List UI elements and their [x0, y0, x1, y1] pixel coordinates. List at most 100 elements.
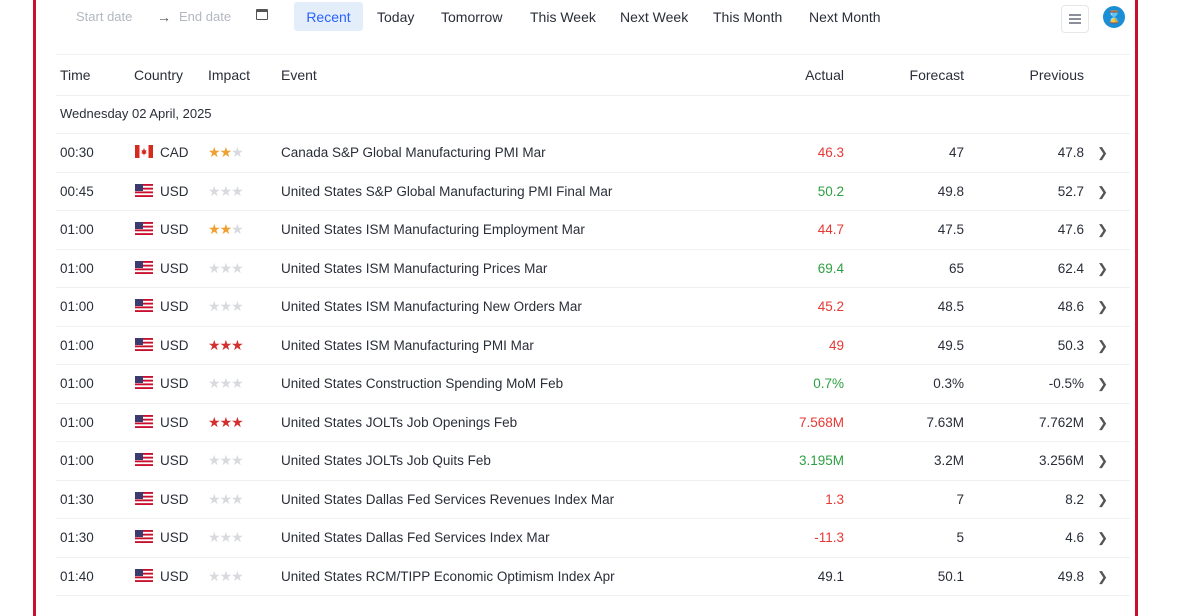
range-tab-this-week[interactable]: This Week: [530, 8, 596, 26]
event-actual: 46.3: [817, 145, 844, 160]
event-actual: 49: [828, 337, 844, 353]
start-date-input[interactable]: Start date: [76, 8, 132, 26]
impact-rating: ★★★: [208, 144, 244, 160]
chevron-right-icon[interactable]: ❯: [1097, 222, 1108, 238]
calendar-icon[interactable]: [256, 9, 268, 20]
impact-star-icon: ★: [231, 567, 244, 584]
table-row[interactable]: 01:30 USD ★★★ United States Dallas Fed Serv…: [56, 519, 1130, 558]
event-currency: USD: [160, 337, 189, 353]
event-currency: USD: [160, 530, 189, 545]
event-currency: USD: [160, 183, 189, 199]
us-flag-icon: [135, 222, 153, 235]
hourglass-logo-icon[interactable]: ⌛: [1103, 6, 1125, 28]
table-row[interactable]: 00:45 USD ★★★ United States S&P Global Manu…: [56, 173, 1130, 211]
range-tab-recent[interactable]: Recent: [294, 2, 363, 31]
table-row[interactable]: 01:00 USD ★★★ United States ISM Manufacturi…: [56, 250, 1130, 288]
event-time: 01:00: [60, 337, 94, 353]
event-actual: 50.2: [817, 183, 844, 199]
table-row[interactable]: 01:00 USD ★★★ United States JOLTs Job Openi…: [56, 404, 1130, 442]
table-row[interactable]: 01:40 USD ★★★ United States RCM/TIPP Econom…: [56, 558, 1130, 596]
impact-star-icon: ★: [208, 221, 221, 237]
impact-star-icon: ★: [219, 375, 233, 391]
event-name[interactable]: United States S&P Global Manufacturing P…: [281, 184, 612, 199]
impact-star-icon: ★: [231, 144, 244, 160]
event-actual: -11.3: [814, 530, 844, 545]
range-tab-today[interactable]: Today: [377, 8, 414, 26]
chevron-right-icon[interactable]: ❯: [1097, 530, 1108, 546]
table-row[interactable]: 01:00 USD ★★★ United States JOLTs Job Quits…: [56, 442, 1130, 481]
event-name[interactable]: United States RCM/TIPP Economic Optimism…: [281, 569, 615, 584]
chevron-right-icon[interactable]: ❯: [1097, 415, 1108, 431]
chevron-right-icon[interactable]: ❯: [1097, 145, 1108, 161]
impact-star-icon: ★: [219, 413, 233, 430]
chevron-right-icon[interactable]: ❯: [1097, 299, 1108, 315]
event-previous: 48.6: [1057, 299, 1084, 314]
impact-star-icon: ★: [231, 490, 244, 507]
header-previous: Previous: [1029, 67, 1084, 83]
event-previous: 4.6: [1065, 530, 1084, 545]
event-currency: USD: [160, 260, 189, 276]
impact-star-icon: ★: [208, 182, 221, 199]
header-impact: Impact: [208, 67, 251, 83]
event-name[interactable]: Canada S&P Global Manufacturing PMI Mar: [281, 145, 546, 160]
range-tab-this-month[interactable]: This Month: [713, 8, 782, 26]
us-flag-icon: [135, 376, 153, 389]
event-currency: USD: [160, 299, 189, 314]
chevron-right-icon[interactable]: ❯: [1097, 376, 1108, 392]
event-name[interactable]: United States ISM Manufacturing Employme…: [281, 222, 585, 237]
header-time: Time: [60, 67, 91, 83]
event-time: 00:30: [60, 145, 94, 160]
event-name[interactable]: United States JOLTs Job Quits Feb: [281, 453, 491, 468]
event-name[interactable]: United States JOLTs Job Openings Feb: [281, 415, 517, 430]
impact-star-icon: ★: [219, 567, 233, 584]
table-row[interactable]: 01:00 USD ★★★ United States ISM Manufacturi…: [56, 327, 1130, 365]
event-previous: 7.762M: [1038, 414, 1084, 430]
event-name[interactable]: United States Construction Spending MoM …: [281, 376, 563, 391]
impact-star-icon: ★: [231, 452, 244, 468]
event-actual: 1.3: [825, 491, 844, 507]
event-name[interactable]: United States ISM Manufacturing Prices M…: [281, 261, 547, 276]
chevron-right-icon[interactable]: ❯: [1097, 261, 1108, 277]
event-name[interactable]: United States Dallas Fed Services Revenu…: [281, 492, 614, 507]
impact-star-icon: ★: [208, 336, 221, 353]
impact-rating: ★★★: [208, 452, 244, 468]
event-name[interactable]: United States ISM Manufacturing New Orde…: [281, 299, 582, 314]
event-currency: USD: [160, 376, 189, 391]
event-previous: 50.3: [1057, 337, 1084, 353]
impact-star-icon: ★: [219, 259, 233, 276]
event-previous: 47.8: [1057, 145, 1084, 160]
event-currency: USD: [160, 453, 189, 468]
event-previous: 52.7: [1057, 183, 1084, 199]
range-tab-next-month[interactable]: Next Month: [809, 8, 881, 26]
chevron-right-icon[interactable]: ❯: [1097, 453, 1108, 469]
impact-star-icon: ★: [208, 567, 221, 584]
table-row[interactable]: 00:30 CAD ★★★ Canada S&P Global Manufacturi…: [56, 134, 1130, 173]
event-previous: 8.2: [1065, 491, 1084, 507]
event-previous: 49.8: [1057, 568, 1084, 584]
event-forecast: 47.5: [937, 222, 964, 237]
filter-settings-icon[interactable]: [1061, 5, 1089, 33]
chevron-right-icon[interactable]: ❯: [1097, 569, 1108, 585]
us-flag-icon: [135, 337, 153, 351]
table-row[interactable]: 01:30 USD ★★★ United States Dallas Fed Serv…: [56, 481, 1130, 519]
table-row[interactable]: 01:00 USD ★★★ United States ISM Manufacturi…: [56, 211, 1130, 250]
chevron-right-icon[interactable]: ❯: [1097, 338, 1108, 354]
range-tab-next-week[interactable]: Next Week: [620, 8, 688, 26]
impact-star-icon: ★: [219, 182, 233, 199]
event-actual: 69.4: [817, 260, 844, 276]
event-name[interactable]: United States Dallas Fed Services Index …: [281, 530, 550, 545]
end-date-input[interactable]: End date: [179, 8, 231, 26]
event-currency: USD: [160, 491, 189, 507]
event-name[interactable]: United States ISM Manufacturing PMI Mar: [281, 338, 534, 353]
impact-rating: ★★★: [208, 375, 244, 391]
table-row[interactable]: 01:00 USD ★★★ United States ISM Manufacturi…: [56, 288, 1130, 327]
range-tab-tomorrow[interactable]: Tomorrow: [441, 8, 502, 26]
chevron-right-icon[interactable]: ❯: [1097, 184, 1108, 200]
event-forecast: 7.63M: [926, 414, 964, 430]
calendar-panel: Start date → End date Recent Today Tomor…: [33, 0, 1138, 616]
us-flag-icon: [135, 183, 153, 197]
impact-rating: ★★★: [208, 530, 244, 544]
us-flag-icon: [135, 530, 153, 543]
table-row[interactable]: 01:00 USD ★★★ United States Construction Sp…: [56, 365, 1130, 404]
chevron-right-icon[interactable]: ❯: [1097, 492, 1108, 508]
